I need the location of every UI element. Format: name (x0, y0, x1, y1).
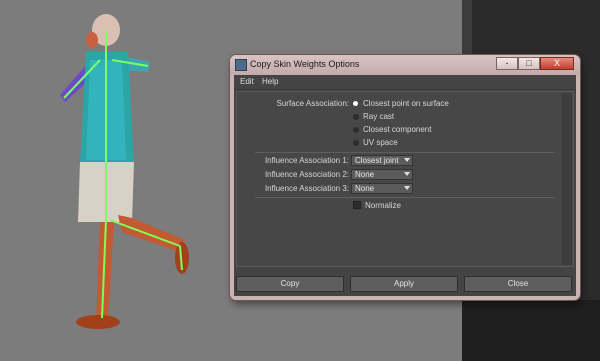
option-closest-component-label: Closest component (363, 125, 432, 134)
influence-association-2-label: Influence Association 2: (264, 170, 349, 179)
raised-leg (118, 215, 185, 252)
dialog-body: Edit Help Surface Association: Closest p… (234, 75, 576, 296)
option-closest-point-label: Closest point on surface (363, 99, 449, 108)
scrollbar[interactable] (562, 93, 572, 265)
influence-association-3-dropdown[interactable]: None (351, 183, 413, 194)
chevron-down-icon (404, 186, 410, 190)
surface-association-label: Surface Association: (276, 99, 349, 108)
influence-association-3-label: Influence Association 3: (264, 184, 349, 193)
shoe-left (76, 315, 120, 329)
minimize-button[interactable]: - (496, 57, 518, 70)
normalize-checkbox[interactable] (353, 201, 361, 209)
app-icon (235, 59, 247, 71)
close-window-button[interactable]: X (540, 57, 574, 70)
window-title: Copy Skin Weights Options (250, 59, 360, 69)
influence-association-1-dropdown[interactable]: Closest joint (351, 155, 413, 166)
options-form: Surface Association: Closest point on su… (236, 91, 574, 267)
normalize-label: Normalize (365, 201, 402, 210)
copy-skin-weights-dialog: Copy Skin Weights Options - □ X Edit Hel… (230, 55, 580, 300)
chevron-down-icon (404, 172, 410, 176)
character-model[interactable] (0, 0, 240, 361)
influence-association-3-value: None (355, 184, 375, 193)
menu-bar: Edit Help (234, 75, 576, 90)
window-controls: - □ X (496, 57, 574, 70)
apply-button[interactable]: Apply (350, 276, 458, 292)
radio-uv-space[interactable] (353, 140, 359, 146)
radio-closest-component[interactable] (353, 127, 359, 133)
separator (255, 197, 555, 198)
panel-lower-area (462, 300, 600, 361)
influence-association-2-value: None (355, 170, 375, 179)
radio-closest-point[interactable] (353, 101, 358, 106)
influence-association-2-dropdown[interactable]: None (351, 169, 413, 180)
button-row: Copy Apply Close (234, 276, 576, 296)
separator (255, 152, 555, 153)
title-bar[interactable]: Copy Skin Weights Options - □ X (230, 55, 580, 75)
copy-button[interactable]: Copy (236, 276, 344, 292)
maximize-button[interactable]: □ (518, 57, 540, 70)
option-uv-space-label: UV space (363, 138, 398, 147)
close-button[interactable]: Close (464, 276, 572, 292)
menu-help[interactable]: Help (262, 77, 278, 86)
menu-edit[interactable]: Edit (240, 77, 254, 86)
radio-ray-cast[interactable] (353, 114, 359, 120)
influence-association-1-label: Influence Association 1: (264, 156, 349, 165)
influence-association-1-value: Closest joint (355, 156, 399, 165)
chevron-down-icon (404, 158, 410, 162)
option-ray-cast-label: Ray cast (363, 112, 395, 121)
face (86, 32, 98, 48)
